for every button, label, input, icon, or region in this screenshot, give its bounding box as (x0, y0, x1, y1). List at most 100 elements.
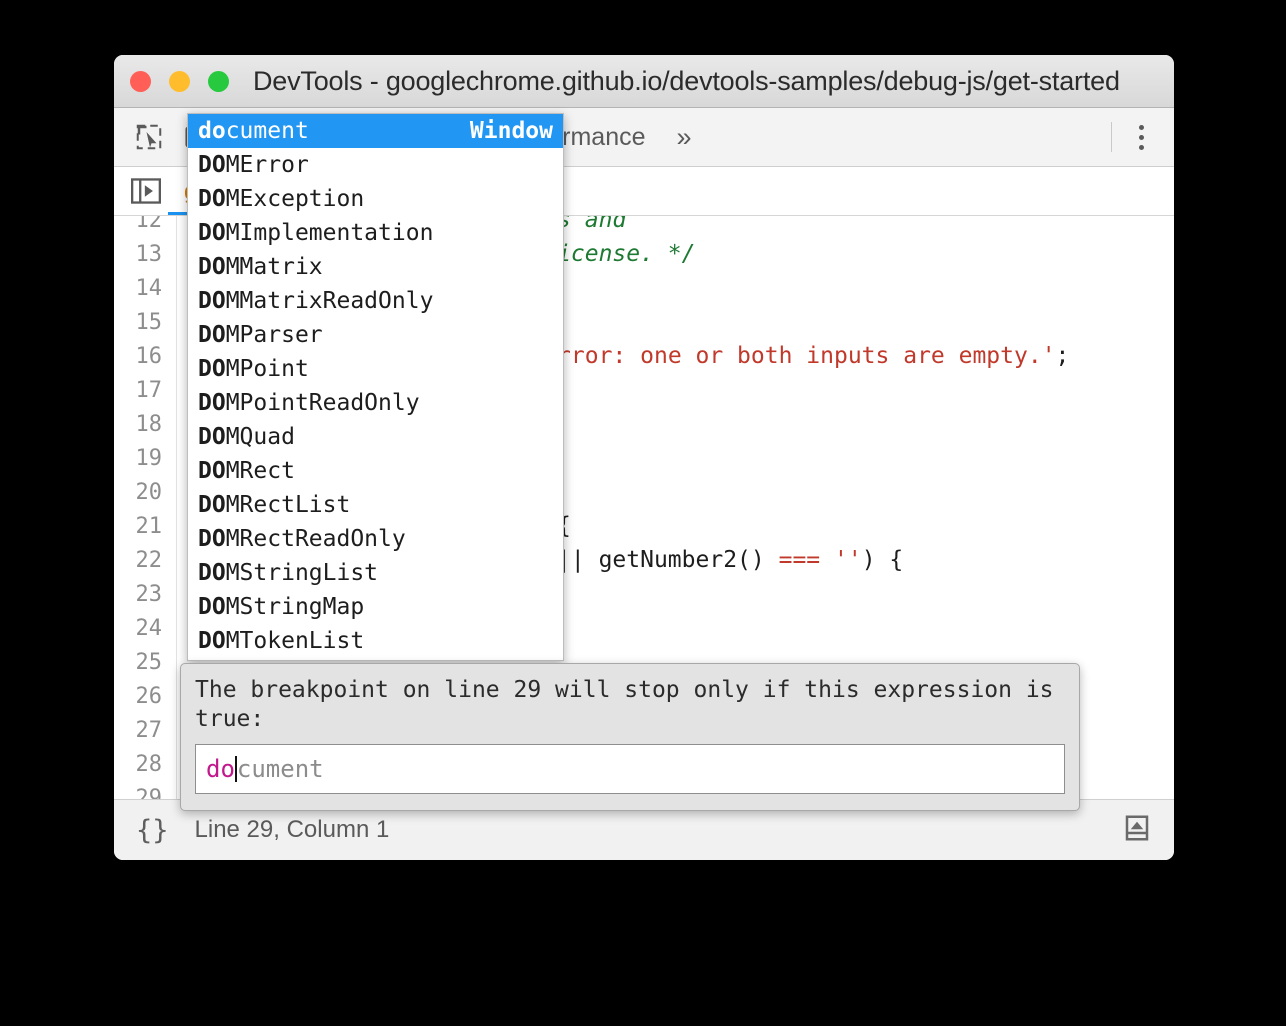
autocomplete-item-label: DOMQuad (198, 424, 295, 450)
line-number[interactable]: 24 (114, 616, 176, 641)
conditional-breakpoint-popup: The breakpoint on line 29 will stop only… (180, 663, 1080, 811)
gutter-divider (176, 407, 177, 441)
autocomplete-item-label: DOMRectList (198, 492, 350, 518)
matched-prefix: DO (198, 220, 226, 246)
autocomplete-item-label: DOMRect (198, 458, 295, 484)
matched-prefix: DO (198, 322, 226, 348)
matched-prefix: DO (198, 152, 226, 178)
matched-prefix: DO (198, 594, 226, 620)
autocomplete-item-label: DOMStringMap (198, 594, 364, 620)
line-number[interactable]: 21 (114, 514, 176, 539)
remainder-text: MMatrixReadOnly (226, 288, 434, 314)
gutter-divider (176, 577, 177, 611)
minimize-button[interactable] (169, 71, 190, 92)
autocomplete-item[interactable]: DOMException (188, 182, 563, 216)
pretty-print-icon[interactable]: {} (136, 815, 169, 846)
autocomplete-item[interactable]: DOMRectReadOnly (188, 522, 563, 556)
remainder-text: cument (226, 118, 309, 144)
autocomplete-item-type: Window (470, 118, 553, 144)
autocomplete-item[interactable]: DOMRectList (188, 488, 563, 522)
matched-prefix: DO (198, 424, 226, 450)
autocomplete-item-label: DOMStringList (198, 560, 378, 586)
line-number[interactable]: 17 (114, 378, 176, 403)
autocomplete-item-label: DOMTokenList (198, 628, 364, 654)
cursor-position-text: Line 29, Column 1 (195, 816, 390, 844)
gutter-divider (176, 441, 177, 475)
matched-prefix: DO (198, 186, 226, 212)
line-number[interactable]: 19 (114, 446, 176, 471)
autocomplete-dropdown[interactable]: documentWindowDOMErrorDOMExceptionDOMImp… (187, 113, 564, 661)
autocomplete-item[interactable]: DOMStringList (188, 556, 563, 590)
autocomplete-item[interactable]: DOMMatrixReadOnly (188, 284, 563, 318)
remainder-text: MException (226, 186, 364, 212)
autocomplete-item[interactable]: DOMPointReadOnly (188, 386, 563, 420)
matched-prefix: DO (198, 254, 226, 280)
remainder-text: MQuad (226, 424, 295, 450)
matched-prefix: DO (198, 390, 226, 416)
line-number[interactable]: 22 (114, 548, 176, 573)
remainder-text: MPointReadOnly (226, 390, 420, 416)
close-button[interactable] (130, 71, 151, 92)
line-number[interactable]: 16 (114, 344, 176, 369)
gutter-divider (176, 373, 177, 407)
cbp-ghost-text: cument (237, 755, 324, 783)
autocomplete-item-label: DOMPointReadOnly (198, 390, 420, 416)
screenshot-root: DevTools - googlechrome.github.io/devtoo… (0, 0, 1286, 1026)
line-number[interactable]: 20 (114, 480, 176, 505)
autocomplete-item-label: DOMPoint (198, 356, 309, 382)
autocomplete-item[interactable]: DOMRect (188, 454, 563, 488)
inspect-cursor-icon[interactable] (126, 114, 172, 160)
autocomplete-item-label: DOMError (198, 152, 309, 178)
conditional-breakpoint-message: The breakpoint on line 29 will stop only… (195, 676, 1065, 734)
cbp-typed-text: do (206, 755, 235, 783)
line-number[interactable]: 25 (114, 650, 176, 675)
autocomplete-item-label: DOMException (198, 186, 364, 212)
line-number[interactable]: 13 (114, 242, 176, 267)
autocomplete-item[interactable]: DOMTokenList (188, 624, 563, 658)
line-number[interactable]: 23 (114, 582, 176, 607)
window-title: DevTools - googlechrome.github.io/devtoo… (253, 66, 1120, 97)
show-drawer-icon[interactable] (1122, 813, 1152, 848)
remainder-text: MStringMap (226, 594, 364, 620)
remainder-text: MTokenList (226, 628, 364, 654)
autocomplete-item[interactable]: DOMStringMap (188, 590, 563, 624)
code-token: 'Error: one or both inputs are empty.' (529, 343, 1055, 369)
matched-prefix: DO (198, 492, 226, 518)
line-number[interactable]: 28 (114, 752, 176, 777)
line-number[interactable]: 18 (114, 412, 176, 437)
show-navigator-icon[interactable] (124, 169, 168, 213)
line-number[interactable]: 12 (114, 216, 176, 233)
autocomplete-item[interactable]: DOMError (188, 148, 563, 182)
gutter-divider (176, 645, 177, 679)
more-tabs-chevron-icon[interactable]: » (663, 108, 706, 166)
matched-prefix: DO (198, 288, 226, 314)
code-token: '' (834, 547, 862, 573)
matched-prefix: do (198, 118, 226, 144)
autocomplete-item[interactable]: document Window (188, 114, 563, 148)
maximize-button[interactable] (208, 71, 229, 92)
line-number[interactable]: 27 (114, 718, 176, 743)
remainder-text: MPoint (226, 356, 309, 382)
autocomplete-item-label: DOMMatrixReadOnly (198, 288, 433, 314)
line-number[interactable]: 15 (114, 310, 176, 335)
autocomplete-item-label: DOMRectReadOnly (198, 526, 406, 552)
remainder-text: MMatrix (226, 254, 323, 280)
kebab-menu-icon[interactable] (1118, 114, 1164, 160)
matched-prefix: DO (198, 560, 226, 586)
matched-prefix: DO (198, 356, 226, 382)
traffic-lights (130, 71, 229, 92)
autocomplete-item[interactable]: DOMMatrix (188, 250, 563, 284)
gutter-divider (176, 305, 177, 339)
remainder-text: MRect (226, 458, 295, 484)
autocomplete-item[interactable]: DOMQuad (188, 420, 563, 454)
autocomplete-item[interactable]: DOMImplementation (188, 216, 563, 250)
code-token: === (779, 547, 821, 573)
conditional-breakpoint-input[interactable]: document (195, 744, 1065, 794)
remainder-text: MParser (226, 322, 323, 348)
autocomplete-item[interactable]: DOMPoint (188, 352, 563, 386)
matched-prefix: DO (198, 628, 226, 654)
line-number[interactable]: 14 (114, 276, 176, 301)
autocomplete-item[interactable]: DOMParser (188, 318, 563, 352)
line-number[interactable]: 26 (114, 684, 176, 709)
gutter-divider (176, 611, 177, 645)
